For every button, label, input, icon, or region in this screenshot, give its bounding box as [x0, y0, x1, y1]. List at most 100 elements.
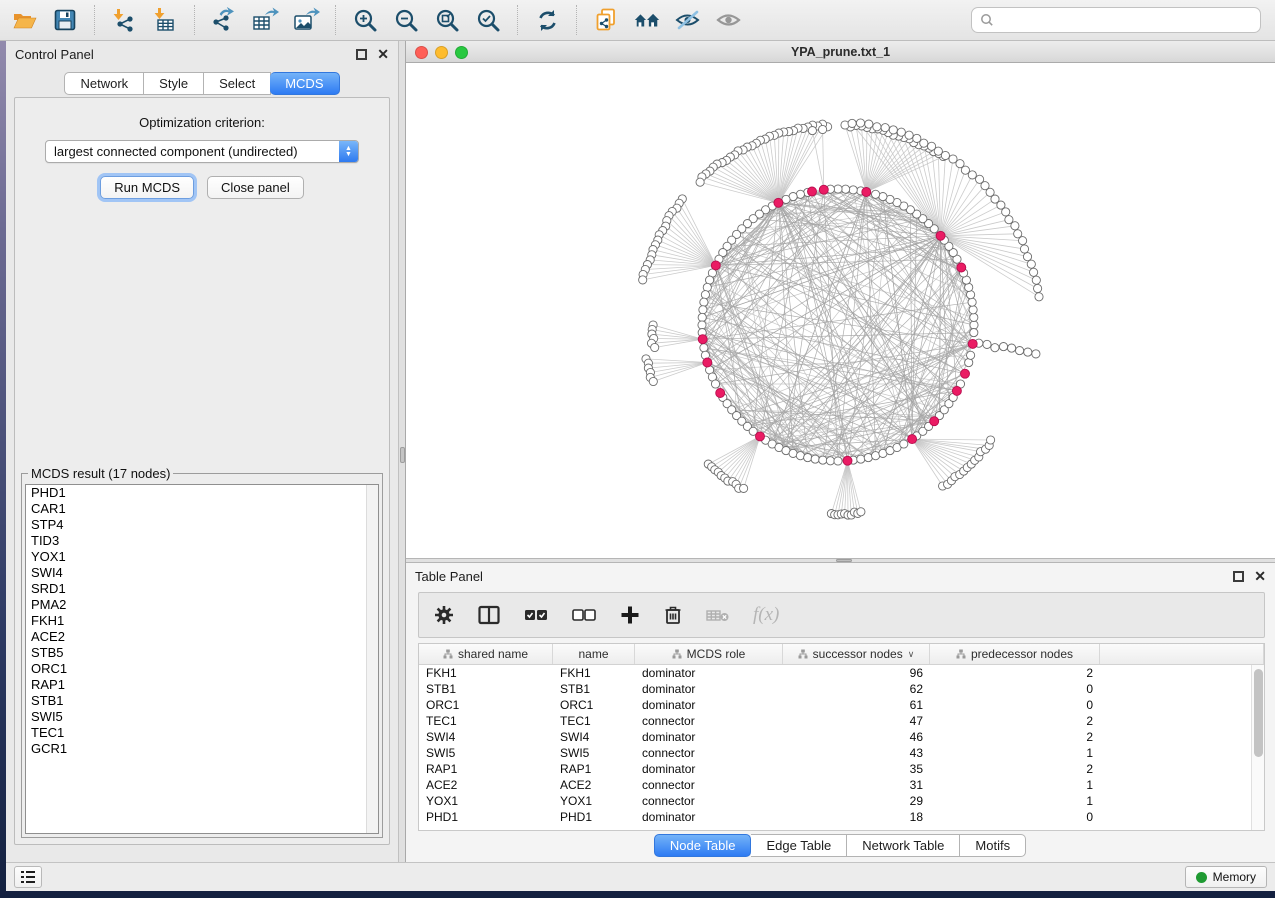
- table-row[interactable]: SWI4SWI4dominator462: [419, 729, 1251, 745]
- network-graph-canvas[interactable]: [406, 63, 1275, 558]
- mcds-result-item[interactable]: GCR1: [26, 741, 378, 757]
- zoom-fit-icon[interactable]: [433, 6, 461, 34]
- table-row[interactable]: STB1STB1dominator620: [419, 681, 1251, 697]
- deselect-all-icon[interactable]: [571, 600, 597, 630]
- mcds-result-item[interactable]: CAR1: [26, 501, 378, 517]
- table-cell[interactable]: 62: [783, 682, 930, 696]
- tab-network[interactable]: Network: [64, 72, 144, 95]
- mcds-result-item[interactable]: YOX1: [26, 549, 378, 565]
- column-header-shared-name[interactable]: shared name: [419, 644, 553, 664]
- table-cell[interactable]: dominator: [635, 698, 783, 712]
- table-cell[interactable]: ORC1: [419, 698, 553, 712]
- close-panel-icon[interactable]: ✕: [377, 47, 389, 61]
- table-cell[interactable]: ACE2: [553, 778, 635, 792]
- table-row[interactable]: TEC1TEC1connector472: [419, 713, 1251, 729]
- table-cell[interactable]: PHD1: [553, 810, 635, 824]
- table-cell[interactable]: connector: [635, 746, 783, 760]
- mcds-result-item[interactable]: TEC1: [26, 725, 378, 741]
- show-all-icon[interactable]: [715, 6, 743, 34]
- mcds-result-item[interactable]: SRD1: [26, 581, 378, 597]
- table-cell[interactable]: FKH1: [553, 666, 635, 680]
- mcds-result-item[interactable]: STB5: [26, 645, 378, 661]
- close-window-light[interactable]: [415, 46, 428, 59]
- scrollbar-thumb[interactable]: [1254, 669, 1263, 757]
- import-table-icon[interactable]: [151, 6, 179, 34]
- export-network-icon[interactable]: [210, 6, 238, 34]
- tab-edge-table[interactable]: Edge Table: [751, 834, 847, 857]
- table-cell[interactable]: dominator: [635, 730, 783, 744]
- tab-mcds[interactable]: MCDS: [270, 72, 339, 95]
- table-cell[interactable]: 31: [783, 778, 930, 792]
- zoom-selected-icon[interactable]: [474, 6, 502, 34]
- table-cell[interactable]: dominator: [635, 666, 783, 680]
- table-cell[interactable]: PHD1: [419, 810, 553, 824]
- table-cell[interactable]: STB1: [419, 682, 553, 696]
- hide-selected-icon[interactable]: [674, 6, 702, 34]
- table-cell[interactable]: 18: [783, 810, 930, 824]
- mcds-result-item[interactable]: TID3: [26, 533, 378, 549]
- table-cell[interactable]: YOX1: [553, 794, 635, 808]
- table-cell[interactable]: 0: [930, 682, 1100, 696]
- show-column-icon[interactable]: [477, 600, 501, 630]
- table-cell[interactable]: SWI4: [419, 730, 553, 744]
- search-box[interactable]: [971, 7, 1261, 33]
- table-cell[interactable]: 2: [930, 730, 1100, 744]
- table-row[interactable]: PHD1PHD1dominator180: [419, 809, 1251, 825]
- mcds-result-item[interactable]: STB1: [26, 693, 378, 709]
- task-history-icon[interactable]: [14, 866, 42, 888]
- tab-style[interactable]: Style: [144, 72, 204, 95]
- mcds-result-item[interactable]: SWI4: [26, 565, 378, 581]
- open-file-icon[interactable]: [10, 6, 38, 34]
- column-header-MCDS-role[interactable]: MCDS role: [635, 644, 783, 664]
- table-row[interactable]: RAP1RAP1dominator352: [419, 761, 1251, 777]
- table-cell[interactable]: 2: [930, 762, 1100, 776]
- table-row[interactable]: YOX1YOX1connector291: [419, 793, 1251, 809]
- mcds-result-item[interactable]: FKH1: [26, 613, 378, 629]
- table-cell[interactable]: FKH1: [419, 666, 553, 680]
- mcds-result-item[interactable]: PHD1: [26, 485, 378, 501]
- first-neighbors-icon[interactable]: [633, 6, 661, 34]
- function-builder-icon[interactable]: f(x): [753, 600, 779, 630]
- export-image-icon[interactable]: [292, 6, 320, 34]
- column-header-successor-nodes[interactable]: successor nodes∨: [783, 644, 930, 664]
- table-cell[interactable]: 47: [783, 714, 930, 728]
- table-cell[interactable]: 35: [783, 762, 930, 776]
- select-all-icon[interactable]: [523, 600, 549, 630]
- mcds-result-item[interactable]: ORC1: [26, 661, 378, 677]
- column-header-predecessor-nodes[interactable]: predecessor nodes: [930, 644, 1100, 664]
- splitter-handle[interactable]: [836, 559, 852, 562]
- table-cell[interactable]: dominator: [635, 810, 783, 824]
- optimization-criterion-select[interactable]: largest connected component (undirected)…: [45, 140, 359, 163]
- table-row[interactable]: ORC1ORC1dominator610: [419, 697, 1251, 713]
- table-cell[interactable]: 1: [930, 778, 1100, 792]
- table-cell[interactable]: RAP1: [419, 762, 553, 776]
- mcds-list-scrollbar[interactable]: [366, 485, 378, 833]
- splitter-handle[interactable]: [400, 447, 405, 463]
- tab-node-table[interactable]: Node Table: [654, 834, 752, 857]
- table-cell[interactable]: 96: [783, 666, 930, 680]
- copy-current-style-icon[interactable]: [592, 6, 620, 34]
- mcds-result-item[interactable]: STP4: [26, 517, 378, 533]
- table-cell[interactable]: SWI4: [553, 730, 635, 744]
- search-input[interactable]: [1000, 12, 1252, 28]
- vertical-splitter[interactable]: [399, 41, 406, 862]
- table-cell[interactable]: TEC1: [419, 714, 553, 728]
- float-panel-icon[interactable]: [1233, 571, 1244, 582]
- zoom-out-icon[interactable]: [392, 6, 420, 34]
- table-cell[interactable]: ORC1: [553, 698, 635, 712]
- close-panel-icon[interactable]: ✕: [1254, 569, 1266, 583]
- mcds-result-list[interactable]: PHD1CAR1STP4TID3YOX1SWI4SRD1PMA2FKH1ACE2…: [25, 484, 379, 834]
- table-cell[interactable]: dominator: [635, 762, 783, 776]
- table-cell[interactable]: 2: [930, 666, 1100, 680]
- table-cell[interactable]: SWI5: [419, 746, 553, 760]
- mcds-result-item[interactable]: RAP1: [26, 677, 378, 693]
- table-cell[interactable]: 0: [930, 698, 1100, 712]
- table-cell[interactable]: 43: [783, 746, 930, 760]
- table-cell[interactable]: YOX1: [419, 794, 553, 808]
- table-cell[interactable]: 1: [930, 746, 1100, 760]
- refresh-view-icon[interactable]: [533, 6, 561, 34]
- memory-button[interactable]: Memory: [1185, 866, 1267, 888]
- minimize-window-light[interactable]: [435, 46, 448, 59]
- table-row[interactable]: FKH1FKH1dominator962: [419, 665, 1251, 681]
- tab-select[interactable]: Select: [204, 72, 271, 95]
